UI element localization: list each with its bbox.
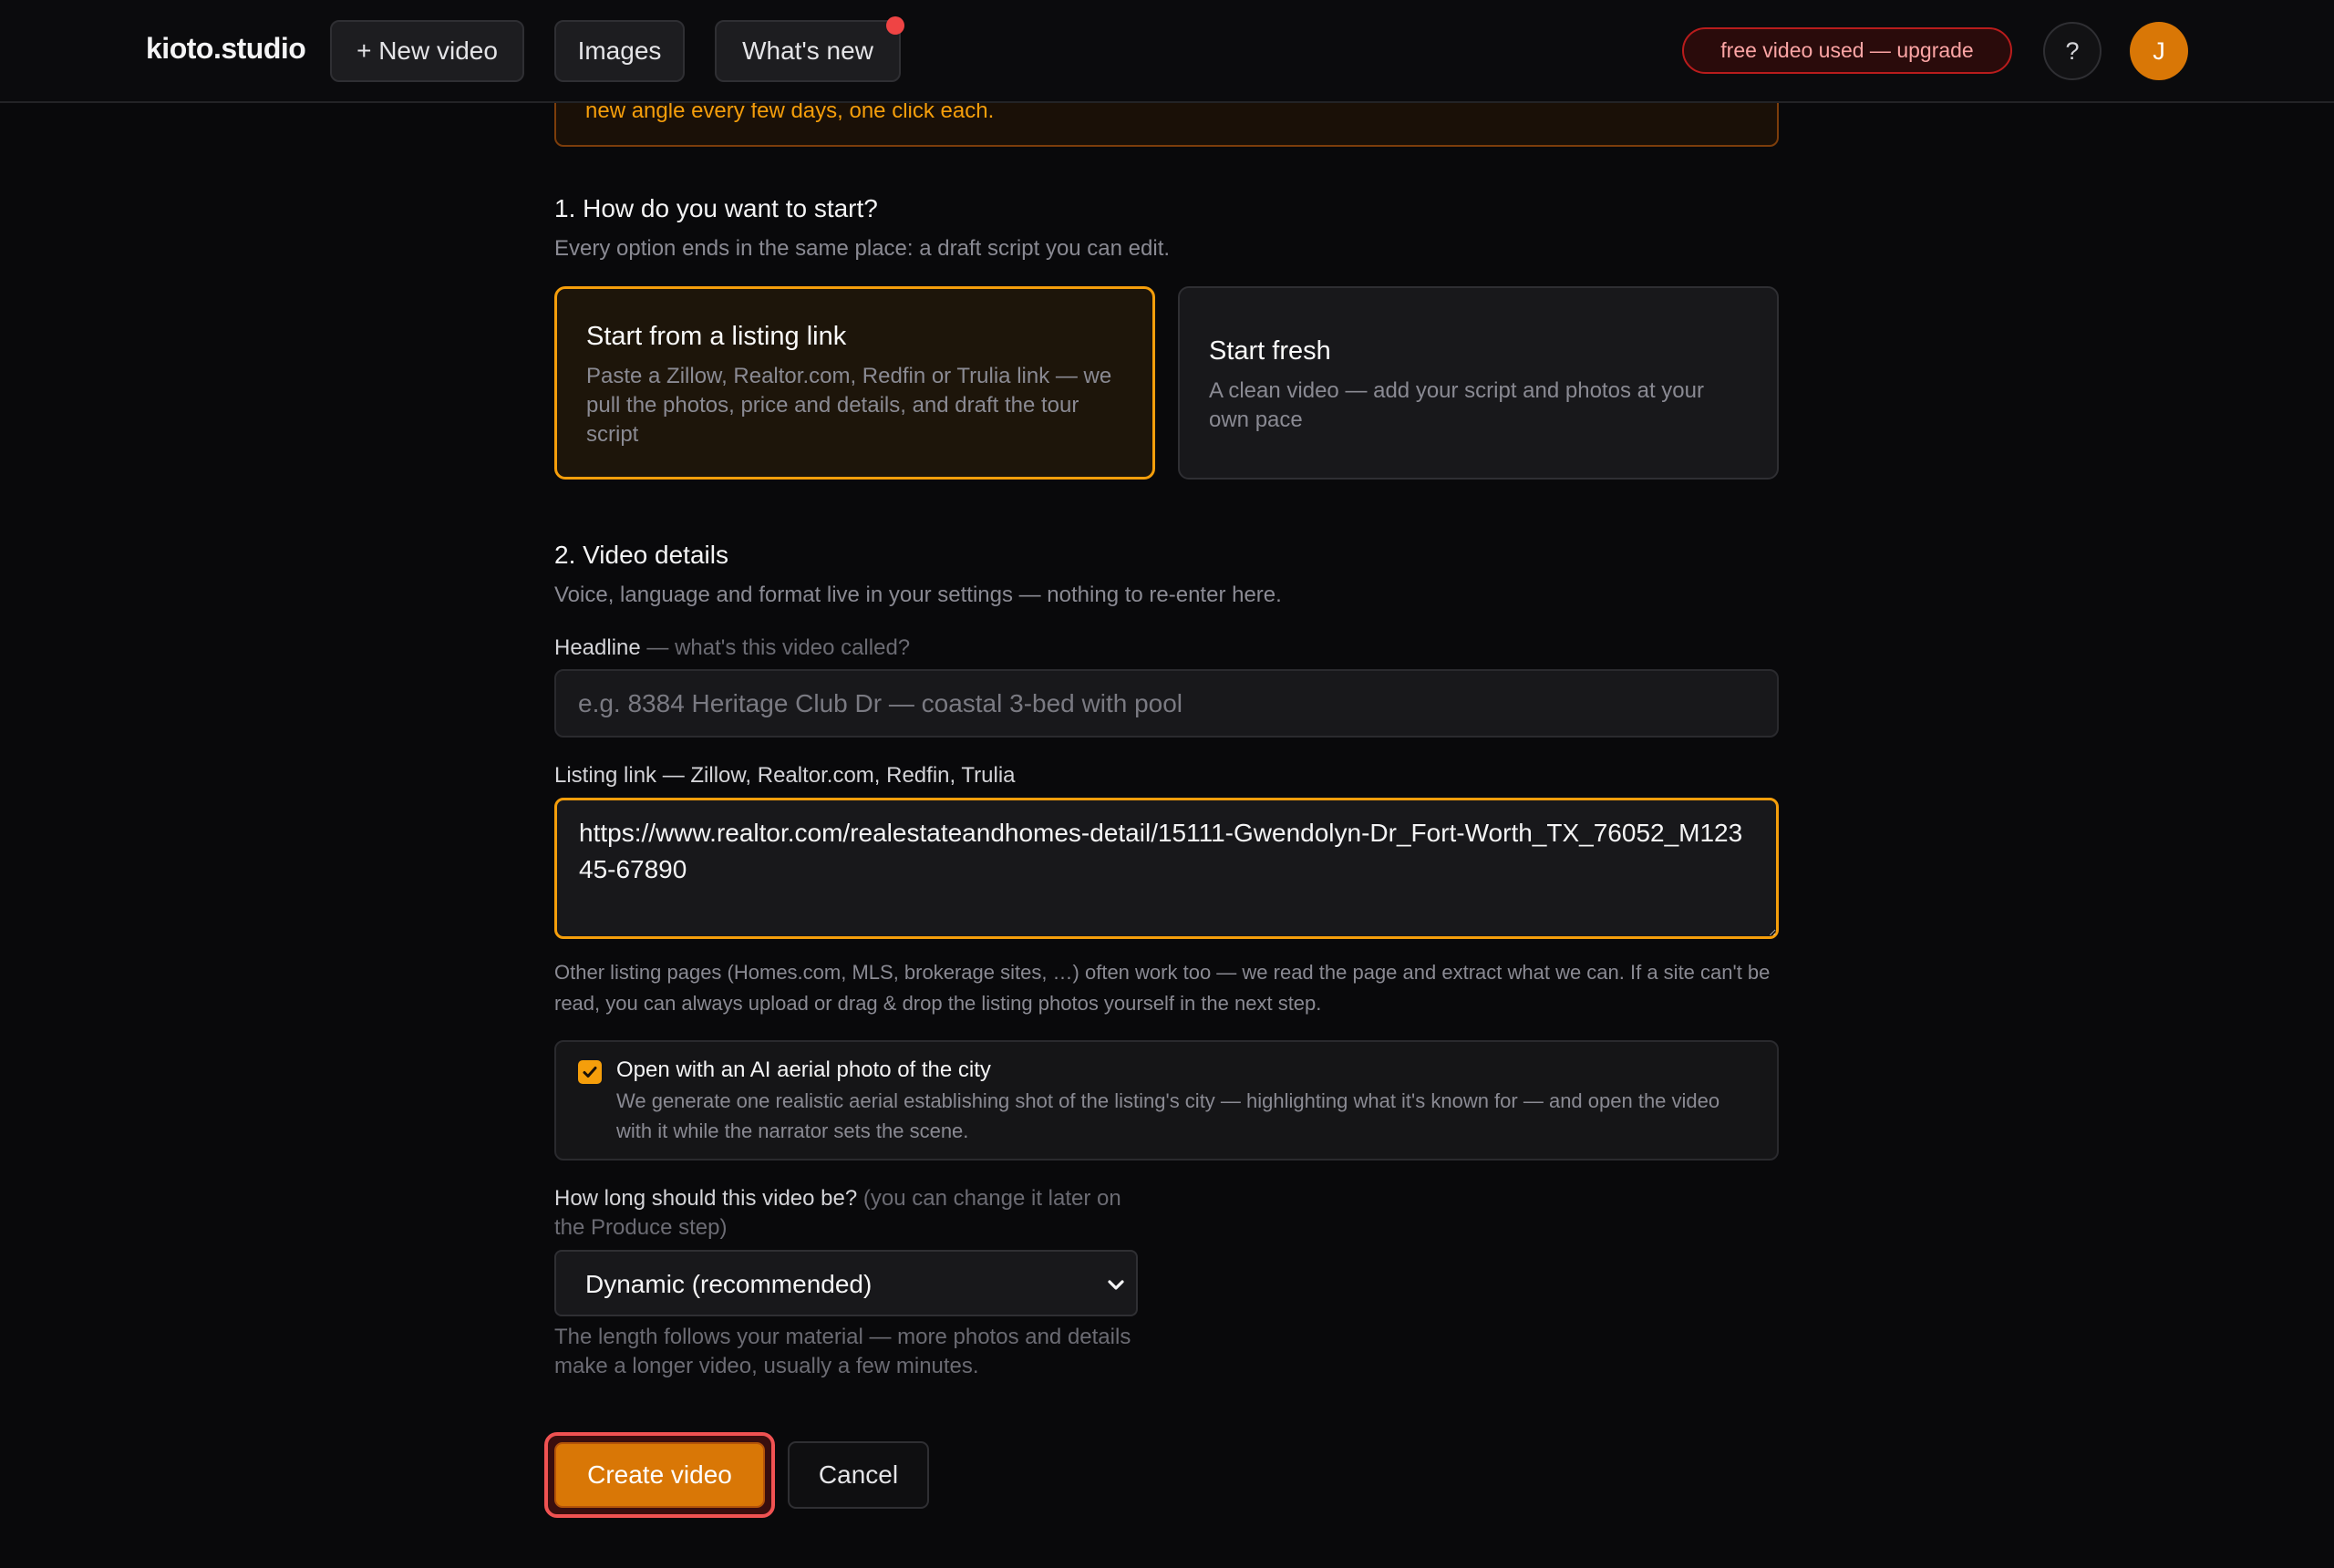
listing-link-textarea[interactable]: https://www.realtor.com/realestateandhom… bbox=[554, 798, 1779, 939]
video-length-select[interactable]: Dynamic (recommended) bbox=[554, 1250, 1138, 1316]
aerial-photo-description: We generate one realistic aerial establi… bbox=[616, 1089, 1720, 1142]
help-button[interactable]: ? bbox=[2043, 22, 2102, 80]
step1-subtitle: Every option ends in the same place: a d… bbox=[554, 236, 1171, 261]
notification-dot-icon bbox=[886, 16, 904, 35]
step2-title: 2. Video details bbox=[554, 541, 728, 569]
listing-link-label: Listing link — Zillow, Realtor.com, Redf… bbox=[554, 763, 1016, 788]
video-length-selected-value: Dynamic (recommended) bbox=[585, 1270, 873, 1298]
check-icon bbox=[583, 1067, 597, 1078]
listing-link-help: Other listing pages (Homes.com, MLS, bro… bbox=[554, 961, 1771, 1015]
step2-subtitle: Voice, language and format live in your … bbox=[554, 583, 1282, 607]
video-length-label-text: How long should this video be? bbox=[554, 1186, 858, 1211]
new-video-button[interactable]: + New video bbox=[330, 20, 524, 82]
cancel-button[interactable]: Cancel bbox=[788, 1441, 929, 1509]
card-title: Start from a listing link bbox=[586, 322, 847, 351]
video-length-label: How long should this video be? (you can … bbox=[554, 1184, 1138, 1243]
headline-label: Headline — what's this video called? bbox=[554, 635, 910, 661]
whats-new-button[interactable]: What's new bbox=[715, 16, 904, 82]
headline-hint: — what's this video called? bbox=[646, 635, 911, 660]
start-from-listing-link-card[interactable]: Start from a listing link Paste a Zillow… bbox=[554, 286, 1155, 480]
create-video-button[interactable]: Create video bbox=[554, 1442, 765, 1508]
headline-input[interactable] bbox=[554, 669, 1779, 738]
video-length-help: The length follows your material — more … bbox=[554, 1325, 1131, 1378]
whats-new-label: What's new bbox=[742, 36, 873, 65]
images-button[interactable]: Images bbox=[554, 20, 685, 82]
top-navigation-bar: kioto.studio + New video Images What's n… bbox=[0, 0, 2334, 103]
headline-label-text: Headline bbox=[554, 635, 641, 660]
card-description: Paste a Zillow, Realtor.com, Redfin or T… bbox=[586, 364, 1112, 447]
brand-logo[interactable]: kioto.studio bbox=[146, 32, 306, 66]
card-title: Start fresh bbox=[1209, 336, 1331, 366]
chevron-down-icon bbox=[1108, 1280, 1124, 1290]
aerial-photo-title: Open with an AI aerial photo of the city bbox=[616, 1057, 991, 1082]
aerial-photo-checkbox[interactable] bbox=[578, 1060, 602, 1084]
aerial-photo-option: Open with an AI aerial photo of the city… bbox=[554, 1040, 1779, 1161]
card-description: A clean video — add your script and phot… bbox=[1209, 378, 1704, 432]
step1-title: 1. How do you want to start? bbox=[554, 194, 878, 222]
upgrade-badge[interactable]: free video used — upgrade bbox=[1682, 27, 2012, 74]
user-avatar[interactable]: J bbox=[2130, 22, 2188, 80]
start-fresh-card[interactable]: Start fresh A clean video — add your scr… bbox=[1178, 286, 1779, 480]
